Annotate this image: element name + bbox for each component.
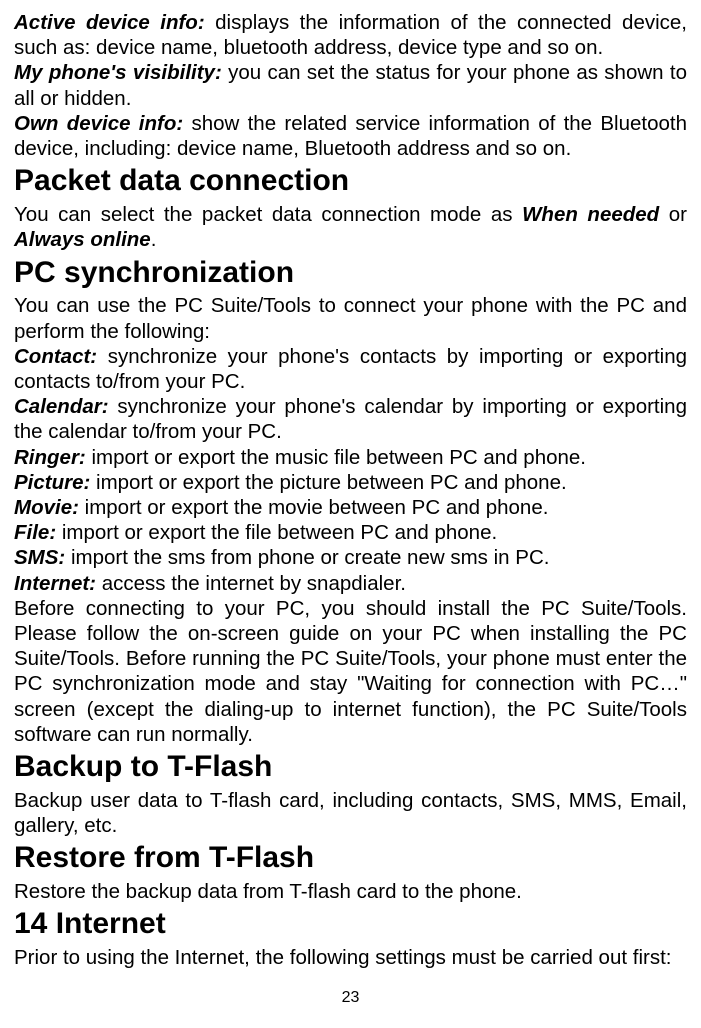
paragraph-picture: Picture: import or export the picture be… [14,470,687,495]
heading-internet: 14 Internet [14,906,687,943]
text-packet-data-3: . [151,228,157,251]
paragraph-packet-data: You can select the packet data connectio… [14,202,687,252]
paragraph-own-device: Own device info: show the related servic… [14,111,687,161]
label-picture: Picture: [14,471,90,494]
paragraph-file: File: import or export the file between … [14,520,687,545]
label-movie: Movie: [14,496,79,519]
paragraph-restore: Restore the backup data from T-flash car… [14,879,687,904]
paragraph-before-connecting: Before connecting to your PC, you should… [14,596,687,747]
label-own-device: Own device info: [14,112,183,135]
text-contact: synchronize your phone's contacts by imp… [14,345,687,393]
label-sms: SMS: [14,546,65,569]
label-always-online: Always online [14,228,151,251]
label-contact: Contact: [14,345,97,368]
text-sms: import the sms from phone or create new … [65,546,549,569]
text-picture: import or export the picture between PC … [90,471,566,494]
text-packet-data-2: or [659,203,687,226]
heading-backup: Backup to T-Flash [14,749,687,786]
text-file: import or export the file between PC and… [56,521,497,544]
text-movie: import or export the movie between PC an… [79,496,549,519]
paragraph-backup: Backup user data to T-flash card, includ… [14,788,687,838]
text-ringer: import or export the music file between … [86,446,586,469]
page-number: 23 [0,988,701,1008]
paragraph-movie: Movie: import or export the movie betwee… [14,495,687,520]
paragraph-internet: Prior to using the Internet, the followi… [14,945,687,970]
label-file: File: [14,521,56,544]
paragraph-pc-sync-intro: You can use the PC Suite/Tools to connec… [14,293,687,343]
heading-restore: Restore from T-Flash [14,840,687,877]
paragraph-visibility: My phone's visibility: you can set the s… [14,60,687,110]
label-visibility: My phone's visibility: [14,61,222,84]
document-page: Active device info: displays the informa… [14,10,687,971]
paragraph-internet-item: Internet: access the internet by snapdia… [14,571,687,596]
heading-packet-data: Packet data connection [14,163,687,200]
text-calendar: synchronize your phone's calendar by imp… [14,395,687,443]
text-internet-item: access the internet by snapdialer. [96,572,406,595]
paragraph-contact: Contact: synchronize your phone's contac… [14,344,687,394]
label-ringer: Ringer: [14,446,86,469]
label-internet-item: Internet: [14,572,96,595]
label-when-needed: When needed [522,203,659,226]
paragraph-sms: SMS: import the sms from phone or create… [14,545,687,570]
text-packet-data-1: You can select the packet data connectio… [14,203,522,226]
label-calendar: Calendar: [14,395,109,418]
paragraph-calendar: Calendar: synchronize your phone's calen… [14,394,687,444]
heading-pc-sync: PC synchronization [14,255,687,292]
paragraph-active-device: Active device info: displays the informa… [14,10,687,60]
label-active-device: Active device info: [14,11,205,34]
paragraph-ringer: Ringer: import or export the music file … [14,445,687,470]
